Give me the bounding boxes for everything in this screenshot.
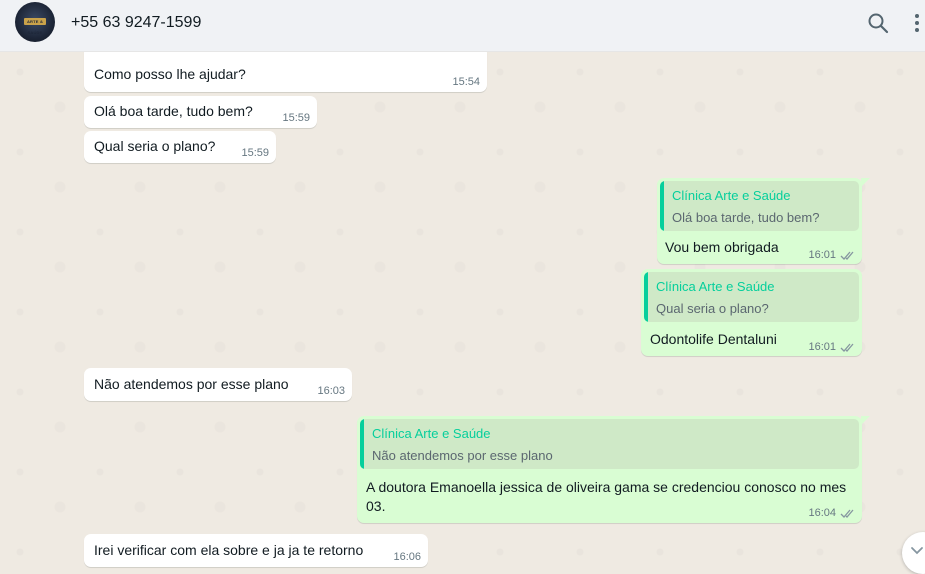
contact-name[interactable]: +55 63 9247-1599 bbox=[71, 14, 201, 32]
message-outgoing[interactable]: Clínica Arte e Saúde Qual seria o plano?… bbox=[641, 269, 862, 356]
chat-header: ARTE & SAÚDE +55 63 9247-1599 bbox=[0, 0, 925, 52]
bubble-tail bbox=[861, 178, 870, 187]
message-time: 16:03 bbox=[317, 385, 345, 397]
message-time: 16:06 bbox=[393, 551, 421, 563]
quote-accent-bar bbox=[644, 272, 648, 322]
message-time: 16:01 bbox=[808, 249, 836, 261]
quote-text: Qual seria o plano? bbox=[656, 301, 769, 316]
chat-area[interactable]: Como posso lhe ajudar? 15:54 Olá boa tar… bbox=[0, 52, 925, 569]
message-text: Vou bem obrigada bbox=[665, 239, 779, 255]
message-text: Olá boa tarde, tudo bem? bbox=[94, 103, 253, 119]
menu-icon[interactable] bbox=[911, 10, 923, 36]
quote-accent-bar bbox=[360, 419, 364, 469]
avatar-logo-text: ARTE & SAÚDE bbox=[26, 19, 44, 35]
message-time: 15:54 bbox=[452, 76, 480, 88]
message-incoming[interactable]: Como posso lhe ajudar? 15:54 bbox=[84, 52, 487, 92]
message-text-line-1: A doutora Emanoella jessica de oliveira … bbox=[366, 479, 847, 495]
bubble-tail bbox=[861, 416, 870, 425]
message-incoming[interactable]: Irei verificar com ela sobre e ja ja te … bbox=[84, 534, 428, 567]
contact-avatar[interactable]: ARTE & SAÚDE bbox=[15, 2, 55, 42]
message-text: Não atendemos por esse plano bbox=[94, 376, 289, 392]
message-time: 16:01 bbox=[808, 341, 836, 353]
message-time: 15:59 bbox=[282, 112, 310, 124]
read-receipt-icon bbox=[840, 343, 854, 352]
quoted-message[interactable]: Clínica Arte e Saúde Olá boa tarde, tudo… bbox=[660, 181, 859, 231]
message-incoming[interactable]: Olá boa tarde, tudo bem? 15:59 bbox=[84, 96, 317, 128]
chevron-down-icon bbox=[911, 547, 923, 555]
message-outgoing[interactable]: Clínica Arte e Saúde Não atendemos por e… bbox=[357, 416, 870, 523]
quote-text: Não atendemos por esse plano bbox=[372, 448, 553, 463]
message-text: Irei verificar com ela sobre e ja ja te … bbox=[94, 542, 364, 558]
message-text: Odontolife Dentaluni bbox=[650, 331, 777, 347]
quoted-message[interactable]: Clínica Arte e Saúde Qual seria o plano? bbox=[644, 272, 859, 322]
message-outgoing[interactable]: Clínica Arte e Saúde Olá boa tarde, tudo… bbox=[657, 178, 870, 264]
quote-author: Clínica Arte e Saúde bbox=[672, 188, 791, 203]
message-time: 15:59 bbox=[241, 147, 269, 159]
search-icon[interactable] bbox=[866, 11, 890, 35]
message-text-line-2: 03. bbox=[366, 498, 386, 514]
quote-author: Clínica Arte e Saúde bbox=[372, 426, 491, 441]
message-text: Qual seria o plano? bbox=[94, 138, 216, 154]
message-incoming[interactable]: Não atendemos por esse plano 16:03 bbox=[84, 368, 352, 401]
quoted-message[interactable]: Clínica Arte e Saúde Não atendemos por e… bbox=[360, 419, 859, 469]
quote-text: Olá boa tarde, tudo bem? bbox=[672, 210, 820, 225]
quote-author: Clínica Arte e Saúde bbox=[656, 279, 775, 294]
message-incoming[interactable]: Qual seria o plano? 15:59 bbox=[84, 131, 276, 163]
quote-accent-bar bbox=[660, 181, 664, 231]
read-receipt-icon bbox=[840, 509, 854, 518]
read-receipt-icon bbox=[840, 251, 854, 260]
message-time: 16:04 bbox=[808, 507, 836, 519]
message-text: Como posso lhe ajudar? bbox=[94, 66, 246, 82]
